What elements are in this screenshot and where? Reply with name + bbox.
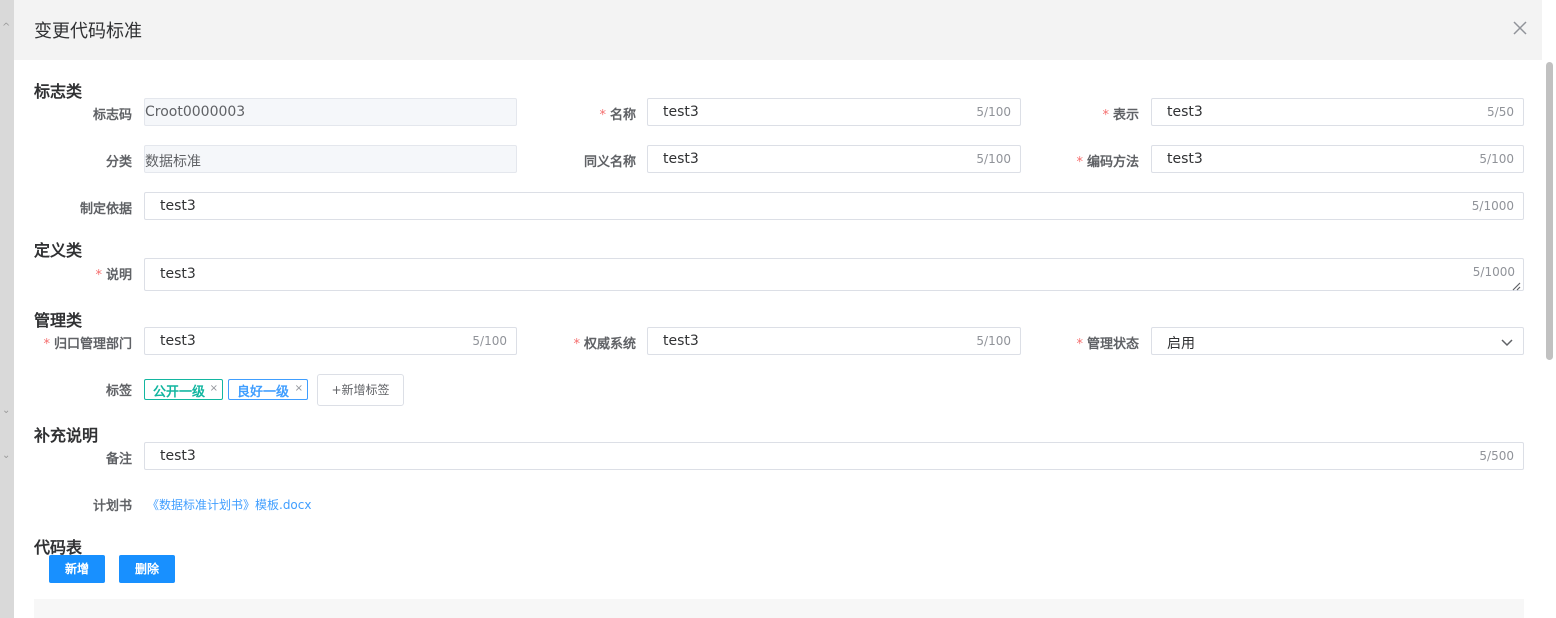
tag-item: 良好一级 × (228, 379, 308, 400)
dialog-header: 变更代码标准 (14, 0, 1542, 60)
tag-item: 公开一级 × (144, 379, 223, 400)
backdrop-chevron-icon: ^ (2, 22, 11, 33)
chevron-down-icon (1501, 336, 1513, 347)
scrollbar[interactable] (1542, 0, 1556, 618)
backdrop-chevron-icon: ⌄ (2, 405, 11, 416)
representation-input[interactable]: test3 5/50 (1151, 98, 1524, 126)
department-label: * 归口管理部门 (43, 337, 132, 352)
plan-template-link[interactable]: 《数据标准计划书》模板.docx (147, 496, 311, 513)
section-title-definition: 定义类 (34, 241, 83, 260)
synonym-input[interactable]: test3 5/100 (647, 145, 1021, 173)
flag-code-input[interactable]: Croot0000003 (144, 98, 517, 126)
name-input[interactable]: test3 5/100 (647, 98, 1021, 126)
code-table-header (34, 599, 1524, 618)
status-select[interactable]: 启用 (1151, 327, 1524, 355)
scrollbar-thumb[interactable] (1546, 62, 1553, 360)
basis-label: 制定依据 (79, 202, 132, 217)
description-textarea[interactable]: test3 5/1000 (144, 258, 1524, 291)
close-icon[interactable] (1510, 18, 1530, 38)
section-title-management: 管理类 (34, 311, 83, 330)
tag-text: 良好一级 (237, 385, 290, 400)
authority-value: test3 (663, 333, 699, 349)
synonym-count: 5/100 (976, 152, 1011, 166)
synonym-value: test3 (663, 151, 699, 167)
backdrop-chevron-icon: ⌄ (2, 450, 11, 461)
flag-code-label: 标志码 (92, 108, 132, 123)
close-icon[interactable]: × (295, 383, 303, 394)
department-value: test3 (160, 333, 196, 349)
basis-count: 5/1000 (1471, 199, 1514, 213)
category-input[interactable]: 数据标准 (144, 145, 517, 173)
add-button[interactable]: 新增 (49, 555, 105, 583)
status-value: 启用 (1167, 336, 1195, 352)
plan-label: 计划书 (92, 499, 132, 514)
authority-input[interactable]: test3 5/100 (647, 327, 1021, 355)
basis-value: test3 (160, 198, 196, 214)
resize-handle-icon[interactable] (1512, 279, 1521, 291)
delete-button[interactable]: 删除 (119, 555, 175, 583)
section-title-supplement: 补充说明 (34, 426, 99, 445)
tags-label: 标签 (105, 384, 132, 399)
remark-input[interactable]: test3 5/500 (144, 442, 1524, 470)
name-label: * 名称 (599, 108, 636, 123)
close-icon[interactable]: × (210, 383, 218, 394)
representation-value: test3 (1167, 104, 1203, 120)
encoding-label: * 编码方法 (1076, 155, 1139, 170)
backdrop: ^ ⌄ ⌄ (0, 0, 14, 618)
authority-label: * 权威系统 (573, 337, 636, 352)
department-input[interactable]: test3 5/100 (144, 327, 517, 355)
name-value: test3 (663, 104, 699, 120)
synonym-label: 同义名称 (583, 155, 636, 170)
basis-input[interactable]: test3 5/1000 (144, 192, 1524, 220)
encoding-count: 5/100 (1479, 152, 1514, 166)
remark-count: 5/500 (1479, 449, 1514, 463)
encoding-input[interactable]: test3 5/100 (1151, 145, 1524, 173)
dialog-title: 变更代码标准 (34, 21, 142, 42)
description-label: * 说明 (95, 268, 132, 283)
name-count: 5/100 (976, 105, 1011, 119)
encoding-value: test3 (1167, 151, 1203, 167)
add-tag-button[interactable]: +新增标签 (317, 374, 404, 406)
remark-label: 备注 (105, 452, 132, 467)
section-title-flag: 标志类 (34, 82, 83, 101)
representation-count: 5/50 (1487, 105, 1514, 119)
tag-text: 公开一级 (153, 385, 206, 400)
description-value: test3 (160, 266, 196, 282)
category-value: 数据标准 (145, 154, 201, 170)
change-code-standard-dialog: 变更代码标准 标志类 标志码 Croot0000003 * 名称 test3 5/… (14, 0, 1542, 618)
status-label: * 管理状态 (1076, 337, 1139, 352)
description-count: 5/1000 (1472, 265, 1515, 279)
category-label: 分类 (105, 155, 132, 170)
authority-count: 5/100 (976, 334, 1011, 348)
flag-code-value: Croot0000003 (145, 104, 246, 120)
department-count: 5/100 (472, 334, 507, 348)
remark-value: test3 (160, 448, 196, 464)
representation-label: * 表示 (1102, 108, 1139, 123)
